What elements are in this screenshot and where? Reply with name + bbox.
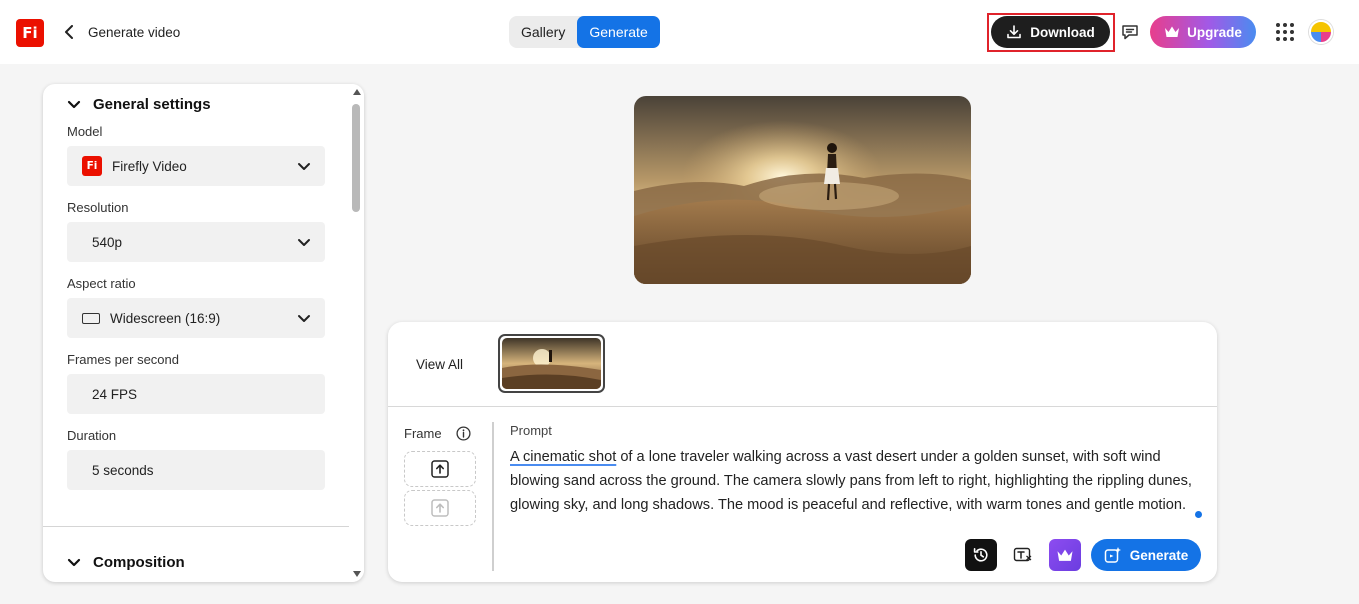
info-icon[interactable]: [456, 426, 471, 441]
model-value: Firefly Video: [112, 159, 187, 174]
scroll-down-arrow-icon[interactable]: [353, 571, 361, 577]
upgrade-label: Upgrade: [1187, 25, 1242, 40]
upgrade-button[interactable]: Upgrade: [1150, 16, 1256, 48]
chevron-down-icon: [297, 162, 311, 171]
back-chevron-icon[interactable]: [60, 22, 78, 42]
resolution-value: 540p: [92, 235, 122, 250]
avatar[interactable]: [1309, 20, 1333, 44]
frame-label: Frame: [404, 426, 442, 441]
generate-card: View All Frame: [388, 322, 1217, 582]
crown-icon: [1056, 548, 1074, 563]
composition-toggle[interactable]: Composition: [67, 554, 185, 571]
model-dropdown[interactable]: Fi Firefly Video: [67, 146, 325, 186]
generate-sparkle-icon: [1104, 546, 1122, 564]
section-divider: [43, 526, 349, 527]
history-thumbnail[interactable]: [498, 334, 605, 393]
crown-icon: [1164, 25, 1180, 39]
generate-label: Generate: [1130, 548, 1189, 563]
scroll-up-arrow-icon[interactable]: [353, 89, 361, 95]
apps-grid-icon[interactable]: [1276, 23, 1294, 41]
resolution-dropdown[interactable]: 540p: [67, 222, 325, 262]
prompt-underlined-phrase: A cinematic shot: [510, 449, 616, 465]
aspect-ratio-label: Aspect ratio: [67, 276, 136, 291]
general-settings-toggle[interactable]: General settings: [67, 96, 211, 113]
history-icon: [972, 546, 990, 564]
duration-label: Duration: [67, 428, 116, 443]
duration-value: 5 seconds: [67, 450, 325, 490]
chevron-down-icon: [297, 314, 311, 323]
video-preview[interactable]: [634, 96, 971, 284]
generate-button[interactable]: Generate: [1091, 539, 1201, 571]
fps-value: 24 FPS: [67, 374, 325, 414]
settings-panel: General settings Model Fi Firefly Video …: [43, 84, 364, 582]
general-settings-title: General settings: [93, 96, 211, 113]
model-label: Model: [67, 124, 102, 139]
cursor-dot: [1195, 511, 1202, 518]
firefly-logo[interactable]: Fi: [16, 19, 44, 47]
feedback-icon[interactable]: [1119, 21, 1141, 43]
aspect-ratio-value: Widescreen (16:9): [110, 311, 220, 326]
prompt-label: Prompt: [510, 423, 552, 438]
end-frame-upload[interactable]: [404, 490, 476, 526]
view-all-link[interactable]: View All: [416, 357, 463, 372]
history-button[interactable]: [965, 539, 997, 571]
download-icon: [1006, 24, 1022, 40]
mode-switch: Gallery Generate: [509, 16, 660, 48]
aspect-ratio-dropdown[interactable]: Widescreen (16:9): [67, 298, 325, 338]
text-style-icon[interactable]: [1011, 543, 1035, 567]
page-title: Generate video: [88, 25, 180, 40]
fps-label: Frames per second: [67, 352, 179, 367]
card-divider: [388, 406, 1217, 407]
frame-prompt-divider: [492, 422, 494, 571]
tab-gallery[interactable]: Gallery: [509, 16, 577, 48]
resolution-label: Resolution: [67, 200, 128, 215]
panel-scrollbar[interactable]: [349, 84, 364, 582]
chevron-down-icon: [67, 100, 81, 110]
top-header: Fi Generate video Gallery Generate Downl…: [0, 0, 1359, 64]
composition-title: Composition: [93, 554, 185, 571]
prompt-input[interactable]: A cinematic shot of a lone traveler walk…: [510, 445, 1205, 517]
firefly-model-icon: Fi: [82, 156, 102, 176]
widescreen-icon: [82, 313, 100, 324]
tab-generate[interactable]: Generate: [577, 16, 659, 48]
download-button[interactable]: Download: [991, 16, 1110, 48]
download-label: Download: [1030, 25, 1095, 40]
upload-icon: [430, 498, 450, 518]
chevron-down-icon: [67, 558, 81, 568]
upload-icon: [430, 459, 450, 479]
start-frame-upload[interactable]: [404, 451, 476, 487]
premium-crown-button[interactable]: [1049, 539, 1081, 571]
chevron-down-icon: [297, 238, 311, 247]
scroll-thumb[interactable]: [352, 104, 360, 212]
